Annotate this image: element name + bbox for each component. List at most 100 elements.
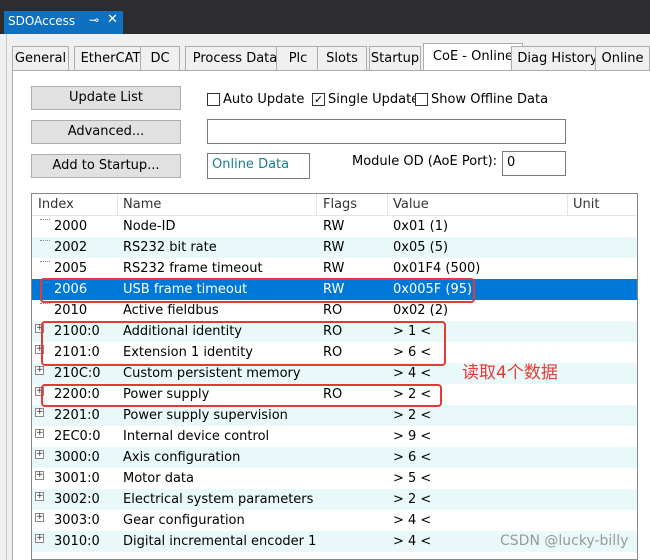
- document-titlebar: SDOAccess ⊸ ✕: [0, 0, 650, 34]
- table-header: Index Name Flags Value Unit: [32, 194, 637, 216]
- cell-index: 3010:0: [54, 534, 100, 549]
- tab-startup[interactable]: Startup: [369, 46, 421, 70]
- show-offline-check-box[interactable]: [415, 93, 428, 106]
- update-list-button[interactable]: Update List: [31, 86, 181, 110]
- single-update-check-box[interactable]: ✓: [312, 93, 325, 106]
- cell-name: Active fieldbus: [123, 303, 219, 318]
- column-separator[interactable]: [316, 194, 317, 216]
- online-data-field: Online Data: [207, 153, 310, 179]
- expand-icon[interactable]: +: [35, 429, 44, 438]
- highlight-box-selected-row: [40, 278, 475, 303]
- tab-ethercat[interactable]: EtherCAT: [74, 46, 147, 70]
- tab-process-data[interactable]: Process Data: [185, 46, 285, 70]
- cell-name: RS232 bit rate: [123, 240, 217, 255]
- expand-icon[interactable]: +: [35, 366, 44, 375]
- table-row[interactable]: +3001:0 Motor data > 5 <: [32, 468, 637, 489]
- cell-value: 0x02 (2): [393, 303, 449, 318]
- column-header-index[interactable]: Index: [38, 197, 74, 212]
- table-row[interactable]: +3002:0 Electrical system parameters > 2 <: [32, 489, 637, 510]
- table-row[interactable]: 2002 RS232 bit rate RW 0x05 (5): [32, 237, 637, 258]
- cell-index: 3002:0: [54, 492, 100, 507]
- cell-value: > 2 <: [393, 408, 432, 423]
- cell-value: > 5 <: [393, 471, 432, 486]
- watermark: CSDN @lucky-billy: [500, 533, 629, 549]
- cell-flags: RW: [323, 240, 345, 255]
- table-row[interactable]: +2201:0 Power supply supervision > 2 <: [32, 405, 637, 426]
- tree-connector-icon: [40, 219, 50, 220]
- cell-index: 3003:0: [54, 513, 100, 528]
- tab-dc[interactable]: DC: [140, 46, 180, 70]
- cell-index: 2000: [54, 219, 88, 234]
- table-row[interactable]: 2005 RS232 frame timeout RW 0x01F4 (500): [32, 258, 637, 279]
- auto-update-check-box[interactable]: [207, 93, 220, 106]
- advanced-button[interactable]: Advanced...: [31, 120, 181, 144]
- table-row[interactable]: +2EC0:0 Internal device control > 9 <: [32, 426, 637, 447]
- expand-icon[interactable]: +: [35, 534, 44, 543]
- cell-index: 2201:0: [54, 408, 100, 423]
- module-od-label: Module OD (AoE Port):: [352, 154, 498, 169]
- cell-name: Internal device control: [123, 429, 270, 444]
- cell-index: 2010: [54, 303, 88, 318]
- tree-connector-icon: [40, 261, 50, 262]
- cell-flags: RO: [323, 303, 343, 318]
- auto-update-label: Auto Update: [223, 92, 305, 107]
- cell-value: > 4 <: [393, 366, 432, 381]
- tab-plc[interactable]: Plc: [276, 46, 320, 70]
- column-header-value[interactable]: Value: [393, 197, 429, 212]
- document-tab[interactable]: SDOAccess ⊸ ✕: [4, 11, 123, 34]
- cell-value: 0x05 (5): [393, 240, 449, 255]
- column-header-name[interactable]: Name: [123, 197, 161, 212]
- table-row[interactable]: +3003:0 Gear configuration > 4 <: [32, 510, 637, 531]
- cell-value: 0x01 (1): [393, 219, 449, 234]
- tree-connector-icon: [40, 303, 50, 304]
- table-row[interactable]: 2010 Active fieldbus RO 0x02 (2): [32, 300, 637, 321]
- expand-icon[interactable]: +: [35, 492, 44, 501]
- cell-index: 210C:0: [54, 366, 101, 381]
- tab-strip: General EtherCAT DC Process Data Plc Slo…: [12, 43, 650, 71]
- cell-value: > 4 <: [393, 534, 432, 549]
- tab-online[interactable]: Online: [595, 46, 650, 70]
- tab-general[interactable]: General: [12, 46, 69, 70]
- cell-value: 0x01F4 (500): [393, 261, 481, 276]
- cell-value: > 6 <: [393, 450, 432, 465]
- cell-value: > 2 <: [393, 492, 432, 507]
- cell-name: Motor data: [123, 471, 194, 486]
- cell-index: 2EC0:0: [54, 429, 101, 444]
- column-separator[interactable]: [567, 194, 568, 216]
- tree-connector-icon: [40, 240, 50, 241]
- column-separator[interactable]: [117, 194, 118, 216]
- annotation-note: 读取4个数据: [462, 363, 558, 383]
- module-od-input[interactable]: 0: [502, 151, 566, 176]
- tab-coe-online[interactable]: CoE - Online: [423, 43, 523, 71]
- cell-index: 3000:0: [54, 450, 100, 465]
- column-separator[interactable]: [387, 194, 388, 216]
- tab-diag-history[interactable]: Diag History: [511, 46, 604, 70]
- cell-name: Custom persistent memory: [123, 366, 301, 381]
- expand-icon[interactable]: +: [35, 450, 44, 459]
- column-header-unit[interactable]: Unit: [573, 197, 599, 212]
- close-icon[interactable]: ✕: [107, 12, 118, 27]
- status-field[interactable]: [207, 119, 566, 144]
- cell-index: 2005: [54, 261, 88, 276]
- single-update-label: Single Update: [328, 92, 420, 107]
- cell-index: 3001:0: [54, 471, 100, 486]
- table-row[interactable]: 2000 Node-ID RW 0x01 (1): [32, 216, 637, 237]
- highlight-box-power-supply: [41, 384, 442, 407]
- cell-name: Power supply supervision: [123, 408, 288, 423]
- add-to-startup-button[interactable]: Add to Startup...: [31, 154, 181, 178]
- cell-index: 2002: [54, 240, 88, 255]
- cell-flags: RW: [323, 219, 345, 234]
- document-tab-title: SDOAccess: [8, 14, 76, 28]
- highlight-box-identity-rows: [41, 321, 446, 366]
- expand-icon[interactable]: +: [35, 471, 44, 480]
- pin-icon[interactable]: ⊸: [89, 13, 99, 27]
- expand-icon[interactable]: +: [35, 408, 44, 417]
- column-header-flags[interactable]: Flags: [323, 197, 357, 212]
- cell-name: RS232 frame timeout: [123, 261, 263, 276]
- show-offline-label: Show Offline Data: [431, 92, 549, 107]
- cell-name: Axis configuration: [123, 450, 241, 465]
- table-row[interactable]: +3000:0 Axis configuration > 6 <: [32, 447, 637, 468]
- tab-slots[interactable]: Slots: [317, 46, 367, 70]
- expand-icon[interactable]: +: [35, 513, 44, 522]
- cell-name: Node-ID: [123, 219, 176, 234]
